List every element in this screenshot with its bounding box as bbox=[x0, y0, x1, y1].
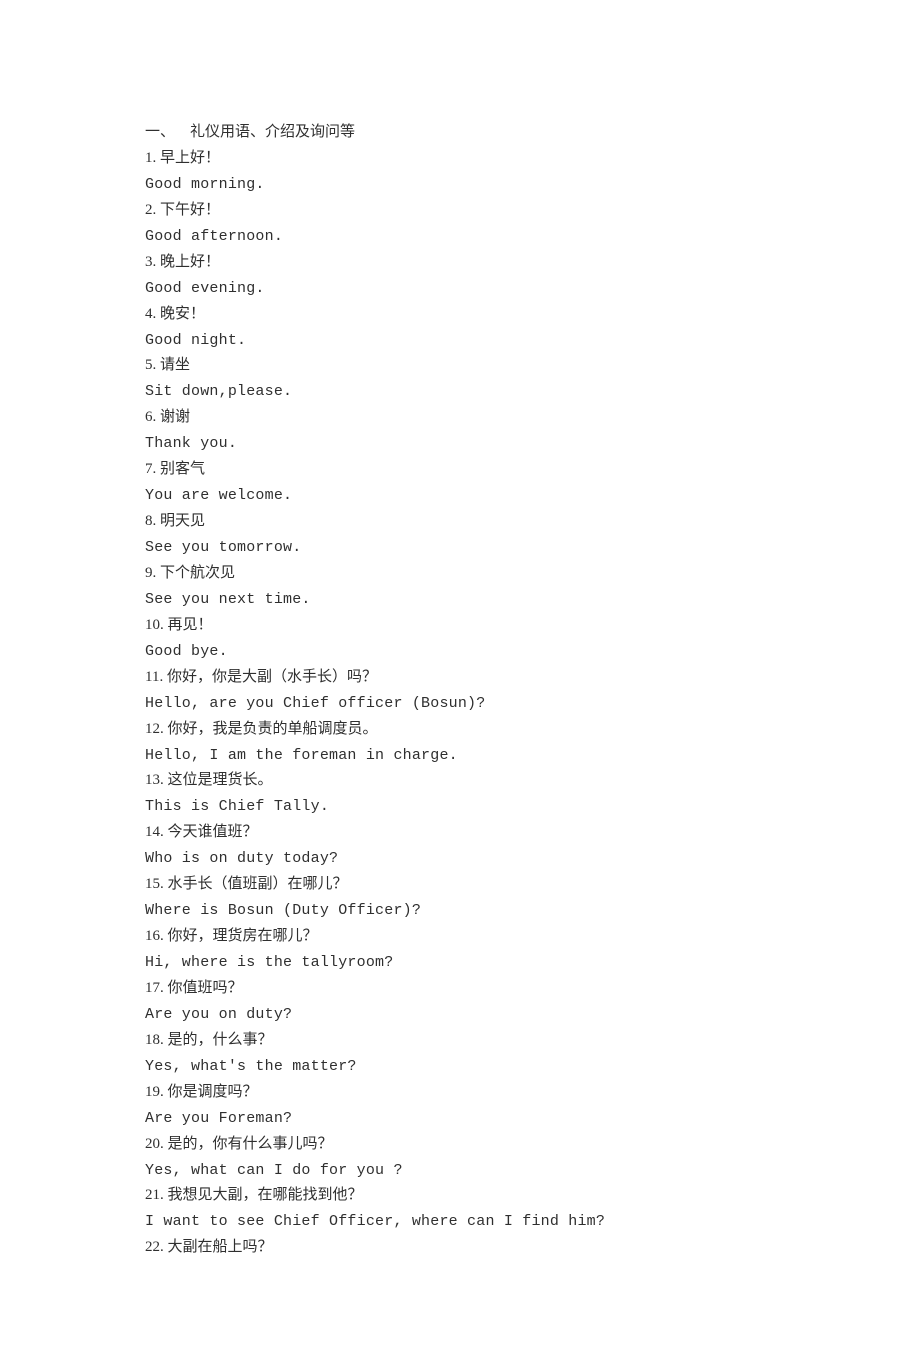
item-english-text: Where is Bosun (Duty Officer)? bbox=[145, 898, 775, 924]
item-number: 10. bbox=[145, 617, 164, 633]
item-zh: 8. 明天见 bbox=[145, 509, 775, 535]
item-chinese-text: 请坐 bbox=[156, 357, 190, 373]
item-number: 18. bbox=[145, 1032, 164, 1048]
item-zh: 22. 大副在船上吗？ bbox=[145, 1235, 775, 1261]
item-english-text: Hi, where is the tallyroom? bbox=[145, 950, 775, 976]
item-number: 14. bbox=[145, 824, 164, 840]
item-number: 13. bbox=[145, 772, 164, 788]
item-number: 22. bbox=[145, 1239, 164, 1255]
item-zh: 15. 水手长（值班副）在哪儿？ bbox=[145, 872, 775, 898]
item-chinese-text: 下个航次见 bbox=[156, 565, 235, 581]
item-english-text: Thank you. bbox=[145, 431, 775, 457]
item-english-text: Are you on duty? bbox=[145, 1002, 775, 1028]
item-number: 16. bbox=[145, 928, 164, 944]
item-number: 15. bbox=[145, 876, 164, 892]
item-english-text: Yes, what's the matter? bbox=[145, 1054, 775, 1080]
item-number: 9. bbox=[145, 565, 156, 581]
item-english-text: See you tomorrow. bbox=[145, 535, 775, 561]
item-chinese-text: 是的，你有什么事儿吗？ bbox=[164, 1136, 333, 1152]
item-english-text: Good afternoon. bbox=[145, 224, 775, 250]
item-zh: 11. 你好，你是大副（水手长）吗？ bbox=[145, 665, 775, 691]
item-zh: 19. 你是调度吗？ bbox=[145, 1080, 775, 1106]
item-zh: 16. 你好，理货房在哪儿？ bbox=[145, 924, 775, 950]
section-heading: 一、 礼仪用语、介绍及询问等 bbox=[145, 120, 775, 146]
item-english-text: Who is on duty today? bbox=[145, 846, 775, 872]
item-zh: 17. 你值班吗？ bbox=[145, 976, 775, 1002]
item-number: 5. bbox=[145, 357, 156, 373]
item-chinese-text: 我想见大副，在哪能找到他？ bbox=[164, 1187, 363, 1203]
item-number: 3. bbox=[145, 254, 156, 270]
item-number: 21. bbox=[145, 1187, 164, 1203]
item-number: 11. bbox=[145, 669, 163, 685]
item-chinese-text: 是的，什么事？ bbox=[164, 1032, 273, 1048]
item-chinese-text: 你是调度吗？ bbox=[164, 1084, 258, 1100]
item-chinese-text: 再见！ bbox=[164, 617, 213, 633]
item-number: 2. bbox=[145, 202, 156, 218]
item-chinese-text: 你值班吗？ bbox=[164, 980, 243, 996]
item-english-text: Sit down,please. bbox=[145, 379, 775, 405]
item-zh: 4. 晚安！ bbox=[145, 302, 775, 328]
item-number: 19. bbox=[145, 1084, 164, 1100]
item-english-text: I want to see Chief Officer, where can I… bbox=[145, 1209, 775, 1235]
item-zh: 2. 下午好！ bbox=[145, 198, 775, 224]
item-english-text: Good night. bbox=[145, 328, 775, 354]
item-english-text: Hello, I am the foreman in charge. bbox=[145, 743, 775, 769]
item-number: 20. bbox=[145, 1136, 164, 1152]
item-english-text: This is Chief Tally. bbox=[145, 794, 775, 820]
item-zh: 7. 别客气 bbox=[145, 457, 775, 483]
item-zh: 12. 你好，我是负责的单船调度员。 bbox=[145, 717, 775, 743]
item-chinese-text: 下午好！ bbox=[156, 202, 220, 218]
item-zh: 9. 下个航次见 bbox=[145, 561, 775, 587]
item-english-text: Hello, are you Chief officer (Bosun)? bbox=[145, 691, 775, 717]
item-chinese-text: 谢谢 bbox=[156, 409, 190, 425]
item-english-text: See you next time. bbox=[145, 587, 775, 613]
item-chinese-text: 明天见 bbox=[156, 513, 205, 529]
item-zh: 20. 是的，你有什么事儿吗？ bbox=[145, 1132, 775, 1158]
item-chinese-text: 别客气 bbox=[156, 461, 205, 477]
item-chinese-text: 这位是理货长。 bbox=[164, 772, 273, 788]
item-number: 17. bbox=[145, 980, 164, 996]
item-zh: 18. 是的，什么事？ bbox=[145, 1028, 775, 1054]
item-chinese-text: 你好，我是负责的单船调度员。 bbox=[164, 721, 378, 737]
item-chinese-text: 水手长（值班副）在哪儿？ bbox=[164, 876, 348, 892]
item-list: 1. 早上好！Good morning.2. 下午好！Good afternoo… bbox=[145, 146, 775, 1261]
item-english-text: Good morning. bbox=[145, 172, 775, 198]
item-chinese-text: 早上好！ bbox=[156, 150, 220, 166]
item-number: 7. bbox=[145, 461, 156, 477]
item-english-text: Good bye. bbox=[145, 639, 775, 665]
item-chinese-text: 晚安！ bbox=[156, 306, 205, 322]
item-number: 8. bbox=[145, 513, 156, 529]
document-page: 一、 礼仪用语、介绍及询问等 1. 早上好！Good morning.2. 下午… bbox=[0, 0, 920, 1361]
item-zh: 21. 我想见大副，在哪能找到他？ bbox=[145, 1183, 775, 1209]
item-number: 6. bbox=[145, 409, 156, 425]
item-number: 4. bbox=[145, 306, 156, 322]
item-zh: 13. 这位是理货长。 bbox=[145, 768, 775, 794]
item-english-text: You are welcome. bbox=[145, 483, 775, 509]
item-chinese-text: 大副在船上吗？ bbox=[164, 1239, 273, 1255]
item-chinese-text: 你好，你是大副（水手长）吗？ bbox=[163, 669, 377, 685]
item-zh: 10. 再见！ bbox=[145, 613, 775, 639]
item-english-text: Good evening. bbox=[145, 276, 775, 302]
item-english-text: Yes, what can I do for you ? bbox=[145, 1158, 775, 1184]
item-chinese-text: 你好，理货房在哪儿？ bbox=[164, 928, 318, 944]
item-zh: 1. 早上好！ bbox=[145, 146, 775, 172]
item-zh: 5. 请坐 bbox=[145, 353, 775, 379]
item-zh: 6. 谢谢 bbox=[145, 405, 775, 431]
item-number: 12. bbox=[145, 721, 164, 737]
item-english-text: Are you Foreman? bbox=[145, 1106, 775, 1132]
item-chinese-text: 今天谁值班？ bbox=[164, 824, 258, 840]
item-zh: 14. 今天谁值班？ bbox=[145, 820, 775, 846]
item-zh: 3. 晚上好！ bbox=[145, 250, 775, 276]
item-number: 1. bbox=[145, 150, 156, 166]
item-chinese-text: 晚上好！ bbox=[156, 254, 220, 270]
